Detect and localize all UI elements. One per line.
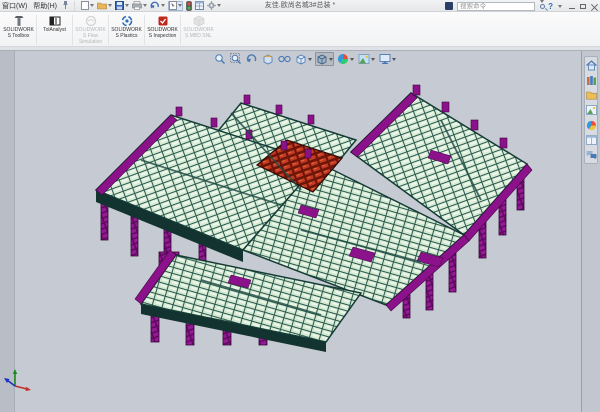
file-explorer-tab[interactable] — [585, 89, 598, 101]
tolanalyst-icon — [49, 15, 61, 27]
undo-button[interactable] — [150, 1, 165, 11]
design-library-tab[interactable] — [585, 74, 598, 86]
chat-bubbles-icon — [586, 150, 597, 160]
help-button[interactable]: ? — [548, 2, 553, 11]
appearance-sphere-icon — [586, 120, 597, 131]
print-button[interactable] — [132, 1, 147, 11]
search-magnifier-icon[interactable] — [539, 3, 544, 10]
properties-window-icon — [586, 135, 597, 145]
ribbon-toolbar: SOLIDWORKS Toolbox TolAnalyst SOLIDWORKS… — [0, 12, 600, 47]
close-button[interactable] — [591, 3, 598, 10]
ribbon-flow-simulation: SOLIDWORKS Flow Simulation — [74, 14, 107, 45]
apply-scene-button[interactable] — [357, 52, 376, 66]
open-document-button[interactable] — [97, 1, 112, 11]
select-button[interactable] — [168, 1, 183, 11]
appearances-scenes-tab[interactable] — [585, 119, 598, 131]
home-icon — [586, 60, 597, 71]
file-properties-button[interactable] — [195, 1, 204, 11]
save-button[interactable] — [115, 1, 129, 11]
folder-icon — [586, 90, 597, 100]
zoom-to-area-button[interactable] — [229, 52, 243, 66]
menu-help[interactable]: 帮助(H) — [33, 1, 57, 11]
heads-up-view-toolbar — [213, 52, 397, 66]
custom-properties-tab[interactable] — [585, 134, 598, 146]
solidworks-forum-tab[interactable] — [585, 149, 598, 161]
window-title: 友佳.欧尚名城3#总装 * — [265, 0, 335, 12]
ribbon-separator — [144, 15, 145, 45]
search-scope-icon[interactable] — [445, 2, 453, 10]
solidworks-resources-tab[interactable] — [585, 59, 598, 71]
ribbon-separator — [180, 15, 181, 45]
menu-pin-icon[interactable] — [62, 1, 69, 10]
ribbon-separator — [108, 15, 109, 45]
plastics-icon — [121, 15, 133, 27]
minimize-button[interactable] — [569, 8, 575, 9]
picture-icon — [586, 105, 597, 115]
ribbon-solidworks-inspection[interactable]: SOLIDWORKS Inspection — [146, 14, 179, 40]
search-input[interactable] — [457, 2, 535, 11]
task-pane — [581, 51, 600, 412]
inspection-icon — [157, 15, 169, 27]
formwork-3d-model[interactable] — [15, 51, 581, 412]
ribbon-separator — [36, 15, 37, 45]
view-palette-tab[interactable] — [585, 104, 598, 116]
ribbon-solidworks-toolbox[interactable]: SOLIDWORKS Toolbox — [2, 14, 35, 40]
options-button[interactable] — [207, 1, 221, 11]
new-document-button[interactable] — [81, 1, 94, 11]
ribbon-tolanalyst[interactable]: TolAnalyst — [38, 14, 71, 34]
section-view-button[interactable] — [261, 52, 275, 66]
help-caret-icon[interactable] — [558, 5, 562, 8]
previous-view-button[interactable] — [245, 52, 259, 66]
edit-appearance-button[interactable] — [336, 52, 355, 66]
zoom-to-fit-button[interactable] — [213, 52, 227, 66]
menu-window[interactable]: 窗口(W) — [2, 1, 27, 11]
graphics-area[interactable] — [14, 51, 581, 412]
display-style-button[interactable] — [315, 52, 334, 66]
restore-button[interactable] — [580, 4, 586, 9]
orientation-triad — [2, 367, 34, 397]
title-bar: 窗口(W) 帮助(H) 友佳.欧尚名城3# — [0, 0, 600, 12]
menu-bar: 窗口(W) 帮助(H) — [0, 1, 57, 11]
ribbon-separator — [72, 15, 73, 45]
ribbon-mbd-snl: SOLIDWORKS MBD SNL — [182, 14, 215, 40]
flow-simulation-icon — [85, 15, 97, 27]
quick-access-toolbar — [74, 1, 221, 11]
hide-show-items-button[interactable] — [277, 52, 292, 66]
bolt-icon — [13, 15, 25, 27]
view-orientation-button[interactable] — [294, 52, 313, 66]
books-icon — [586, 75, 597, 86]
rebuild-button[interactable] — [186, 1, 192, 11]
mbd-icon — [193, 15, 205, 27]
view-settings-button[interactable] — [378, 52, 397, 66]
ribbon-solidworks-plastics[interactable]: SOLIDWORKS Plastics — [110, 14, 143, 40]
